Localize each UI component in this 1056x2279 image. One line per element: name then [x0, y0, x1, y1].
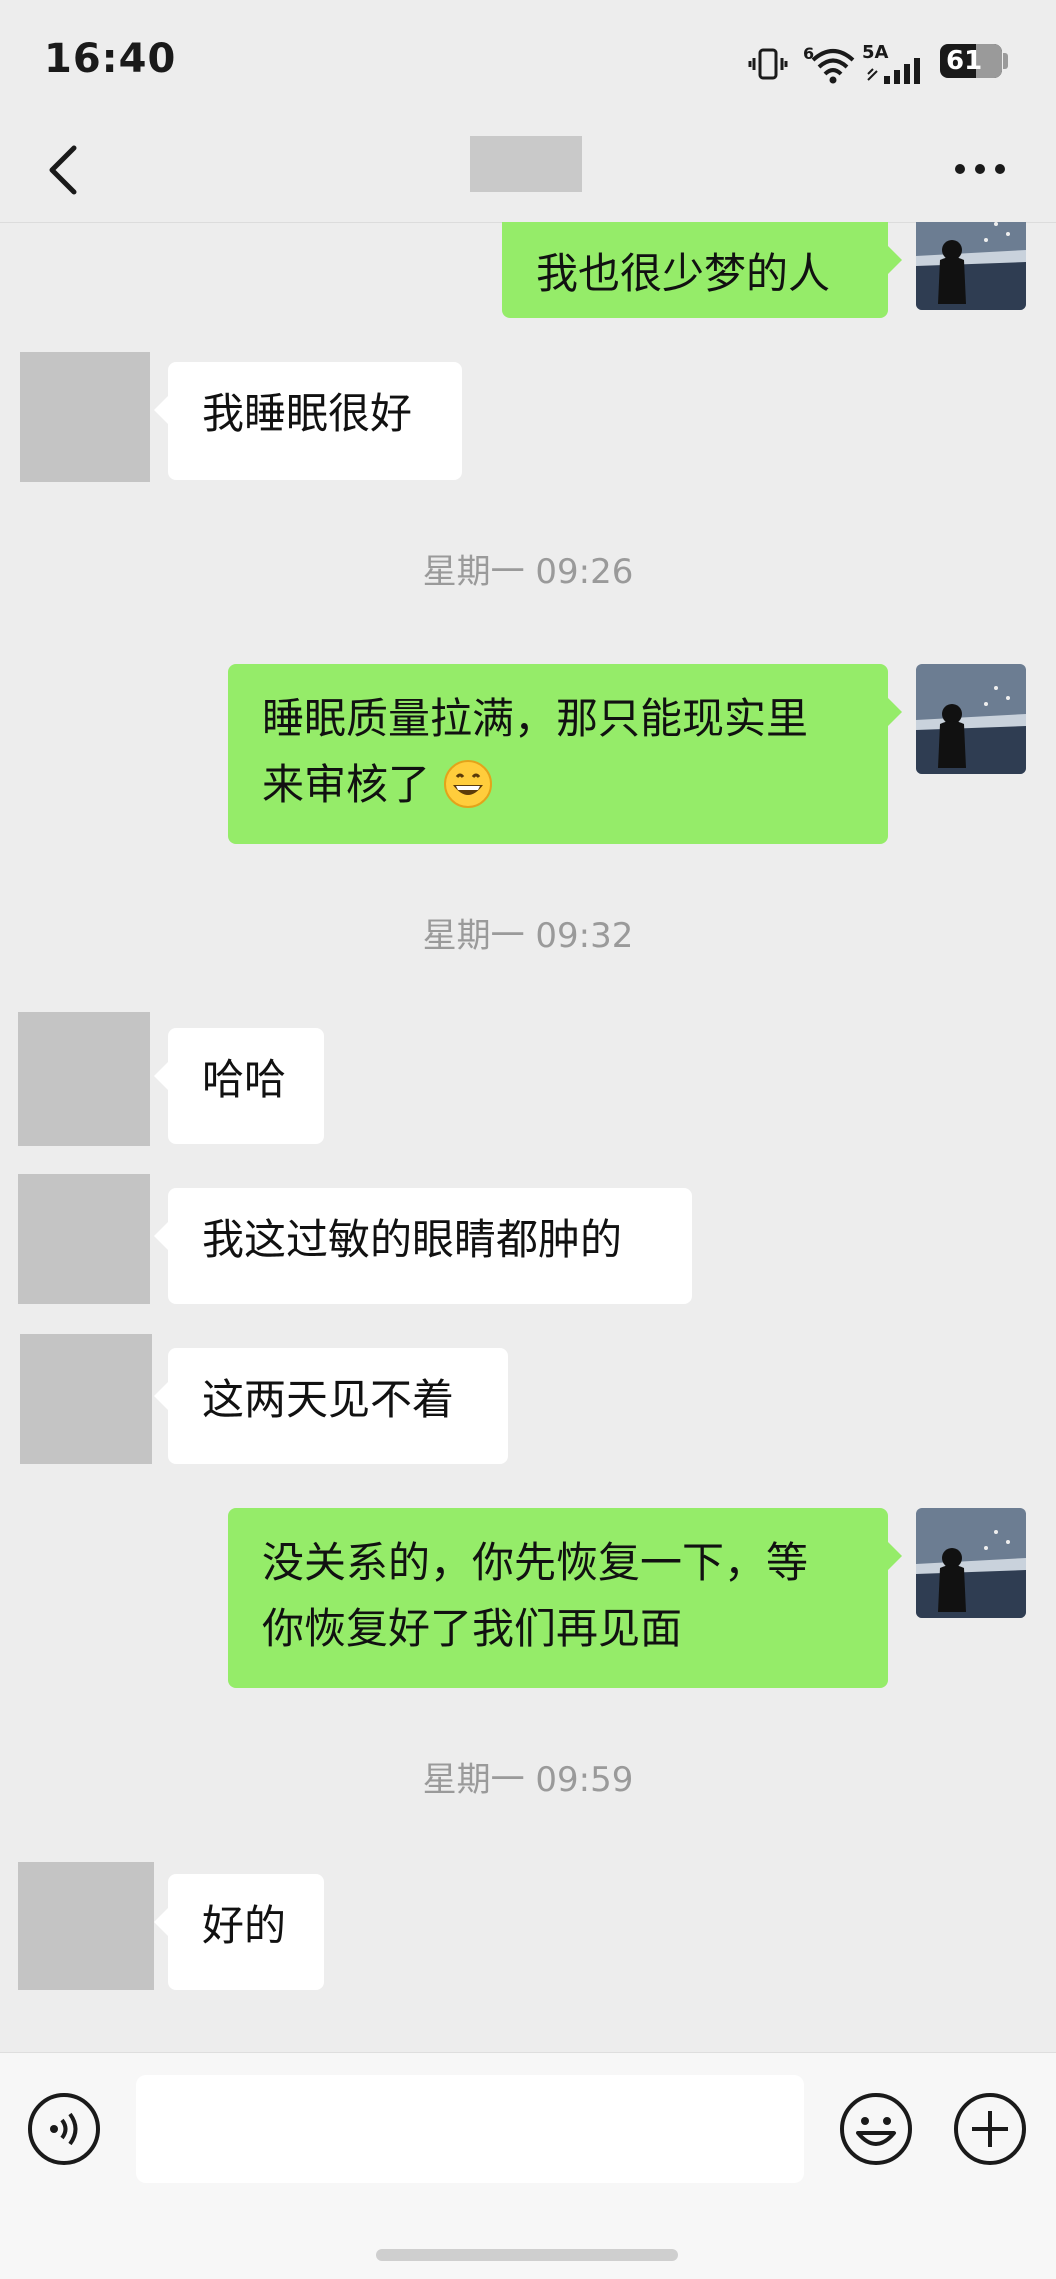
contact-avatar[interactable] — [18, 1012, 150, 1146]
contact-name-redacted — [470, 136, 582, 192]
message-bubble-outgoing[interactable]: 睡眠质量拉满，那只能现实里 来审核了 — [228, 664, 902, 844]
timestamp-label: 星期一 09:32 — [422, 916, 634, 956]
voice-icon[interactable] — [26, 2091, 102, 2167]
contact-avatar[interactable] — [20, 1334, 152, 1464]
more-horizontal-icon[interactable] — [950, 144, 1010, 194]
input-bar — [0, 2052, 1056, 2279]
grinning-face-icon — [444, 760, 493, 808]
message-text: 我这过敏的眼睛都肿的 — [202, 1215, 623, 1264]
avatar-photo-icon — [916, 222, 1026, 310]
message-text-line: 睡眠质量拉满，那只能现实里 — [262, 694, 809, 743]
battery-icon: 61 — [940, 44, 1002, 78]
chat-message-list[interactable]: 我也很少梦的人 我睡眠很好 星期一 09:26 睡眠质量拉满，那只能现实里 来审… — [0, 222, 1056, 2052]
message-text-line: 来审核了 — [262, 760, 431, 809]
message-text-line: 你恢复好了我们再见面 — [262, 1604, 683, 1653]
message-bubble-incoming[interactable]: 哈哈 — [154, 1028, 324, 1144]
message-bubble-outgoing[interactable]: 我也很少梦的人 — [502, 222, 902, 318]
message-text: 我睡眠很好 — [202, 389, 413, 438]
message-bubble-incoming[interactable]: 这两天见不着 — [154, 1348, 508, 1464]
message-bubble-incoming[interactable]: 我这过敏的眼睛都肿的 — [154, 1188, 692, 1304]
chevron-left-icon[interactable] — [36, 140, 96, 200]
plus-circle-icon[interactable] — [952, 2091, 1028, 2167]
status-bar: 16:40 6 5A 61 — [0, 0, 1056, 120]
chat-header — [0, 120, 1056, 223]
home-indicator[interactable] — [376, 2249, 678, 2261]
timestamp-label: 星期一 09:59 — [422, 1760, 634, 1800]
wifi-icon — [811, 49, 855, 84]
contact-avatar[interactable] — [18, 1862, 154, 1990]
message-bubble-incoming[interactable]: 好的 — [154, 1874, 324, 1990]
message-input[interactable] — [136, 2075, 804, 2183]
message-text-line: 没关系的，你先恢复一下，等 — [262, 1538, 809, 1587]
message-bubble-outgoing[interactable]: 没关系的，你先恢复一下，等 你恢复好了我们再见面 — [228, 1508, 902, 1688]
status-time: 16:40 — [44, 36, 177, 82]
message-text: 我也很少梦的人 — [536, 249, 831, 298]
signal-icon — [867, 58, 920, 84]
avatar-photo-icon — [916, 1508, 1026, 1618]
vibrate-icon — [748, 48, 788, 80]
smiley-icon[interactable] — [838, 2091, 914, 2167]
contact-avatar[interactable] — [20, 352, 150, 482]
timestamp-label: 星期一 09:26 — [422, 552, 634, 592]
message-bubble-incoming[interactable]: 我睡眠很好 — [154, 362, 462, 480]
message-text: 这两天见不着 — [202, 1375, 455, 1424]
message-text: 好的 — [202, 1901, 287, 1950]
battery-level: 61 — [946, 46, 983, 76]
self-avatar[interactable] — [916, 664, 1026, 774]
battery-tip — [1003, 53, 1008, 69]
self-avatar[interactable] — [916, 222, 1026, 310]
contact-avatar[interactable] — [18, 1174, 150, 1304]
avatar-photo-icon — [916, 664, 1026, 774]
message-text: 哈哈 — [202, 1055, 287, 1104]
self-avatar[interactable] — [916, 1508, 1026, 1618]
